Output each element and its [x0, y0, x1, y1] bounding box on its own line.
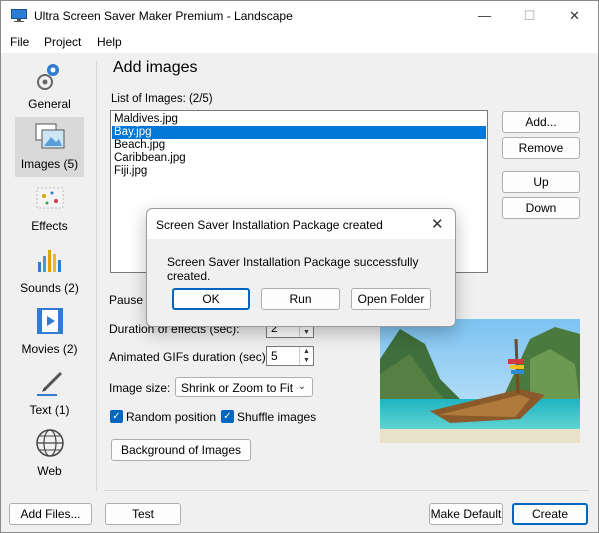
up-button[interactable]: Up [502, 171, 580, 193]
page-title: Add images [113, 59, 198, 76]
sidebar-divider [96, 61, 97, 491]
shuffle-images-label[interactable]: Shuffle images [237, 410, 316, 424]
image-size-select[interactable]: Shrink or Zoom to Fit ⌄ [175, 377, 313, 397]
sidebar-item-label: Movies (2) [21, 342, 78, 356]
bottom-divider [104, 490, 589, 491]
list-item-selected[interactable]: Bay.jpg [112, 126, 486, 139]
window-title: Ultra Screen Saver Maker Premium - Lands… [34, 9, 293, 23]
dialog-title: Screen Saver Installation Package create… [156, 218, 383, 232]
list-item[interactable]: Maldives.jpg [112, 113, 486, 126]
sidebar-item-label: Effects [31, 219, 68, 233]
list-item[interactable]: Caribbean.jpg [112, 152, 486, 165]
sidebar-item-label: Text (1) [29, 403, 70, 417]
image-size-value: Shrink or Zoom to Fit [181, 381, 294, 395]
down-button[interactable]: Down [502, 197, 580, 219]
remove-button[interactable]: Remove [502, 137, 580, 159]
random-position-checkbox[interactable]: ✓ [110, 410, 123, 423]
sidebar-item-label: Sounds (2) [20, 281, 79, 295]
shuffle-images-checkbox[interactable]: ✓ [221, 410, 234, 423]
make-default-button[interactable]: Make Default [429, 503, 503, 525]
image-size-label: Image size: [109, 381, 171, 395]
minimize-icon[interactable]: — [462, 1, 507, 31]
app-monitor-icon [11, 9, 27, 22]
movies-icon [37, 308, 63, 334]
close-icon[interactable]: ✕ [431, 215, 444, 233]
menu-project[interactable]: Project [44, 35, 81, 49]
open-folder-button[interactable]: Open Folder [351, 288, 431, 310]
gif-duration-stepper[interactable]: 5 ▲ ▼ [266, 346, 314, 366]
list-item[interactable]: Beach.jpg [112, 139, 486, 152]
globe-icon [36, 429, 64, 457]
sidebar-item-web[interactable]: Web [15, 424, 84, 484]
sidebar-item-effects[interactable]: Effects [15, 179, 84, 239]
app-window: Ultra Screen Saver Maker Premium - Lands… [0, 0, 599, 533]
sidebar-item-text[interactable]: Text (1) [15, 363, 84, 423]
sidebar-item-sounds[interactable]: Sounds (2) [15, 241, 84, 301]
effects-icon [36, 187, 64, 209]
menu-help[interactable]: Help [97, 35, 122, 49]
list-label: List of Images: (2/5) [111, 93, 213, 105]
add-files-button[interactable]: Add Files... [9, 503, 92, 525]
sidebar-item-label: Web [37, 464, 62, 478]
close-icon[interactable]: ✕ [552, 1, 597, 31]
sidebar-item-label: Images (5) [20, 157, 79, 171]
text-icon [37, 371, 63, 396]
list-item[interactable]: Fiji.jpg [112, 165, 486, 178]
sidebar-item-images[interactable]: Images (5) [15, 117, 84, 177]
menu-file[interactable]: File [10, 35, 29, 49]
images-icon [35, 123, 65, 149]
ok-button[interactable]: OK [172, 288, 250, 310]
dialog-message: Screen Saver Installation Package succes… [167, 255, 419, 283]
sidebar-item-label: General [28, 97, 71, 111]
maximize-icon[interactable]: ☐ [507, 1, 552, 31]
random-position-label[interactable]: Random position [126, 410, 216, 424]
test-button[interactable]: Test [105, 503, 181, 525]
image-preview [380, 319, 580, 443]
menu-bar: File Project Help [1, 31, 598, 53]
gif-duration-value: 5 [271, 349, 278, 363]
background-images-button[interactable]: Background of Images [111, 439, 251, 461]
gear-icon [37, 64, 59, 90]
create-button[interactable]: Create [512, 503, 588, 525]
add-button[interactable]: Add... [502, 111, 580, 133]
title-bar: Ultra Screen Saver Maker Premium - Lands… [1, 1, 598, 31]
gif-duration-label: Animated GIFs duration (sec): [109, 350, 270, 364]
run-button[interactable]: Run [261, 288, 340, 310]
sounds-icon [38, 250, 61, 272]
chevron-down-icon: ⌄ [297, 381, 306, 392]
stepper-arrows-icon[interactable]: ▲▼ [299, 347, 313, 365]
sidebar-item-general[interactable]: General [15, 57, 84, 117]
sidebar-item-movies[interactable]: Movies (2) [15, 302, 84, 362]
installation-dialog: Screen Saver Installation Package create… [146, 208, 456, 327]
